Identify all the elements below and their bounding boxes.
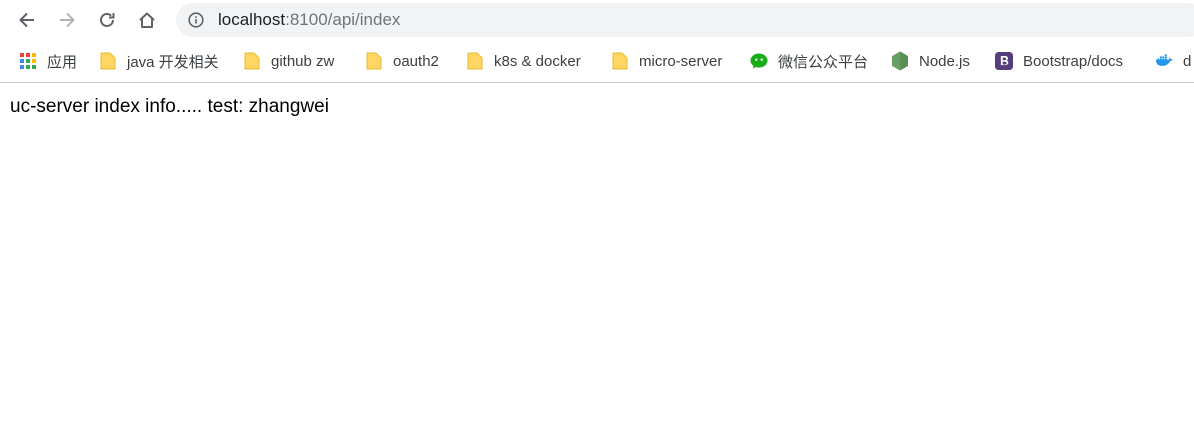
home-button[interactable] [132,5,162,35]
bookmark-label: micro-server [639,52,723,70]
site-info-button[interactable] [186,10,206,30]
url-text[interactable]: localhost:8100/api/index [218,3,400,37]
back-button[interactable] [12,5,42,35]
url-path: :8100/api/index [285,10,401,29]
bookmark-nodejs[interactable]: Node.js [891,40,970,82]
url-host: localhost [218,10,286,29]
bookmark-folder-oauth2[interactable]: oauth2 [365,40,439,82]
bookmark-label: 微信公众平台 [778,53,869,71]
bookmark-bootstrap[interactable]: Bootstrap/docs [995,40,1123,82]
bookmark-label: java 开发相关 [127,53,219,71]
nodejs-icon [891,51,909,71]
bookmark-docker[interactable]: d [1155,40,1191,82]
bookmark-label: Bootstrap/docs [1023,52,1124,70]
bookmark-label: d [1183,52,1192,70]
home-icon [139,12,155,28]
wechat-icon [750,52,768,70]
bookmark-wechat[interactable]: 微信公众平台 [750,40,868,82]
back-arrow-icon [19,12,34,28]
folder-icon [466,52,484,70]
reload-icon [100,13,115,27]
bookmarks-bar: 应用 java 开发相关 github zw oauth2 k8s & dock… [0,40,1194,83]
bookmark-folder-micro-server[interactable]: micro-server [611,40,722,82]
docker-icon [1155,52,1173,70]
bookmark-label: k8s & docker [494,52,581,70]
bookmark-label: 应用 [47,53,78,71]
bootstrap-icon [995,52,1013,70]
apps-grid-icon [19,52,37,70]
page-body-text: uc-server index info..... test: zhangwei [10,96,329,117]
browser-toolbar: localhost:8100/api/index [0,0,1194,40]
bookmark-folder-java[interactable]: java 开发相关 [99,40,219,82]
address-bar[interactable]: localhost:8100/api/index [176,3,1194,37]
bookmark-folder-k8s-docker[interactable]: k8s & docker [466,40,581,82]
bookmark-label: github zw [271,52,335,70]
folder-icon [243,52,261,70]
folder-icon [611,52,629,70]
folder-icon [99,52,117,70]
forward-button[interactable] [52,5,82,35]
bookmark-label: Node.js [919,52,970,70]
forward-arrow-icon [60,12,75,28]
folder-icon [365,52,383,70]
reload-button[interactable] [92,5,122,35]
info-icon [188,12,204,28]
bookmark-label: oauth2 [393,52,439,70]
bookmark-folder-github[interactable]: github zw [243,40,334,82]
bookmark-apps[interactable]: 应用 [19,40,77,82]
